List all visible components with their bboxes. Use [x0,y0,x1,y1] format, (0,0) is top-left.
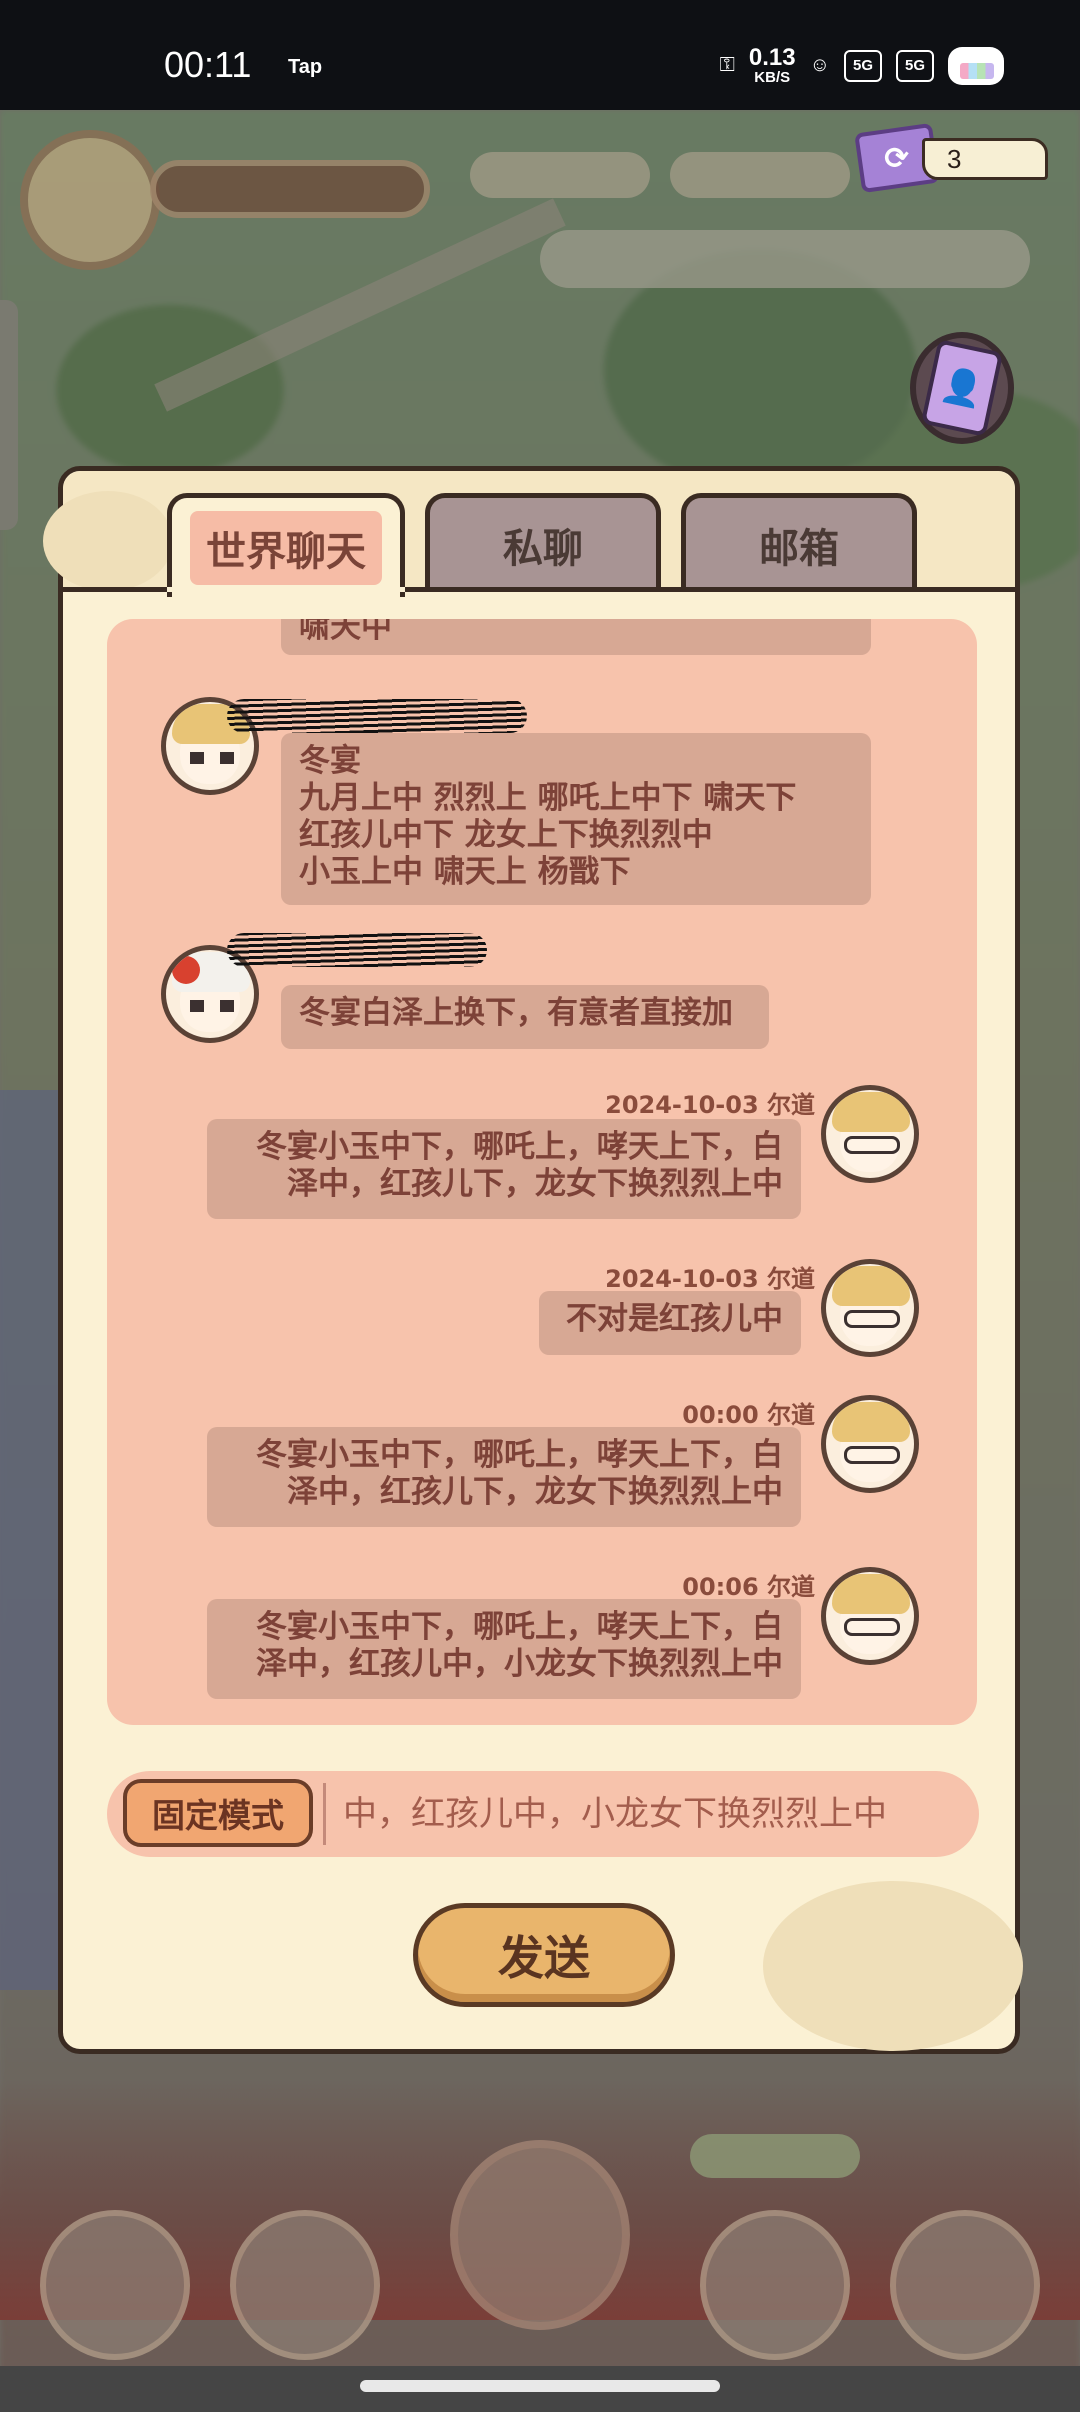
network-speed-unit: KB/S [754,69,791,86]
vpn-icon: ⚿ [719,54,735,76]
status-time: 00:11 [164,44,252,85]
battery-icon [948,46,1004,85]
nav-item-1[interactable] [40,2210,190,2360]
home-indicator[interactable] [360,2380,720,2392]
signal-icon-2: 5G [896,49,934,82]
chat-bubble: 不对是红孩儿中 [539,1291,801,1355]
chat-bubble: 冬宴 九月上中 烈烈上 哪吒上中下 啸天下 红孩儿中下 龙女上下换烈烈中 小玉上… [281,733,871,905]
my-avatar[interactable] [821,1395,919,1493]
network-speed: 0.13 KB/S [748,44,796,86]
currency-pill-2 [670,152,850,198]
contact-phone-icon: 👤 [920,339,1004,437]
redacted-name [227,933,487,967]
phone-button[interactable]: 👤 [910,332,1014,444]
status-app-name: Tap [288,56,323,78]
ticket-count: 3 [922,138,1048,180]
nav-item-2[interactable] [230,2210,380,2360]
chat-bubble: 冬宴小玉中下，哪吒上，哮天上下，白 泽中，红孩儿下，龙女下换烈烈上中 [207,1119,801,1219]
tab-world-chat-label: 世界聊天 [190,510,382,585]
message-input[interactable]: 中，红孩儿中，小龙女下换烈烈上中 [343,1789,963,1839]
cloud-decoration-2 [763,1881,1023,2051]
status-icons: ⚿ 0.13 KB/S ☺ 5G 5G [720,46,1004,85]
tab-private-chat[interactable]: 私聊 [425,493,661,591]
hint-bar [540,230,1030,288]
nav-item-4[interactable] [700,2210,850,2360]
tab-world-chat[interactable]: 世界聊天 [167,493,405,597]
side-drawer-handle[interactable] [0,300,18,530]
nav-badge [690,2134,860,2178]
fixed-mode-button[interactable]: 固定模式 [123,1779,313,1847]
message-timestamp: 2024-10-03 尔道 [605,1091,815,1119]
tab-mailbox[interactable]: 邮箱 [681,493,917,591]
redacted-name [227,699,527,733]
hd-icon: ☺ [809,54,830,76]
chat-bubble: 冬宴小玉中下，哪吒上，哮天上下，白 泽中，红孩儿中，小龙女下换烈烈上中 [207,1599,801,1699]
nav-item-5[interactable] [890,2210,1040,2360]
chat-panel: 世界聊天 私聊 邮箱 啸天中 冬宴 九月上中 烈烈上 哪吒上中下 啸天下 红孩儿… [43,466,1023,2054]
currency-pill [470,152,650,198]
my-avatar[interactable] [821,1567,919,1665]
network-speed-value: 0.13 [748,44,796,71]
message-timestamp: 2024-10-03 尔道 [605,1265,815,1293]
chat-message-list[interactable]: 啸天中 冬宴 九月上中 烈烈上 哪吒上中下 啸天下 红孩儿中下 龙女上下换烈烈中… [107,619,977,1725]
chat-bubble-partial: 啸天中 [281,619,871,655]
cloud-decoration [43,491,173,591]
player-avatar[interactable] [20,130,160,270]
my-avatar[interactable] [821,1085,919,1183]
chat-bubble: 冬宴白泽上换下，有意者直接加 [281,985,769,1049]
chat-bubble: 冬宴小玉中下，哪吒上，哮天上下，白 泽中，红孩儿下，龙女下换烈烈上中 [207,1427,801,1527]
ticket-counter[interactable]: ⟳ 3 [854,122,1058,194]
message-timestamp: 00:06 尔道 [682,1573,815,1601]
nav-item-center[interactable] [450,2140,630,2330]
send-button[interactable]: 发送 [413,1903,675,2007]
status-bar: 00:11 Tap ⚿ 0.13 KB/S ☺ 5G 5G [0,0,1080,110]
player-name-bar [150,160,430,218]
my-avatar[interactable] [821,1259,919,1357]
signal-icon: 5G [844,49,882,82]
message-input-row: 固定模式 中，红孩儿中，小龙女下换烈烈上中 [107,1771,979,1857]
message-timestamp: 00:00 尔道 [682,1401,815,1429]
